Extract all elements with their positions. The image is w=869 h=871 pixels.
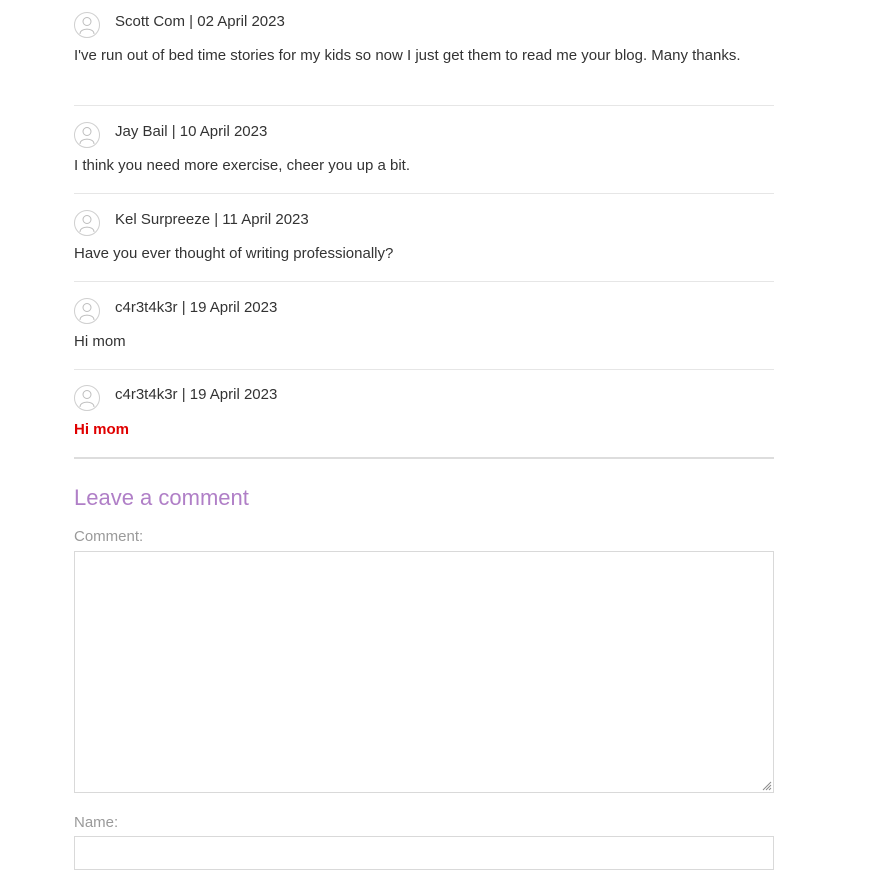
comment-item: Scott Com | 02 April 2023 I've run out o…	[74, 12, 774, 106]
comment-header: Kel Surpreeze | 11 April 2023	[74, 210, 774, 236]
comment-textarea[interactable]	[74, 551, 774, 793]
comment-text: Hi mom	[74, 333, 126, 350]
user-avatar-icon	[74, 385, 100, 411]
comment-header: Jay Bail | 10 April 2023	[74, 122, 774, 148]
name-label: Name:	[74, 814, 119, 831]
user-avatar-icon	[74, 210, 100, 236]
comment-meta: Kel Surpreeze | 11 April 2023	[115, 211, 309, 228]
comment-item: Kel Surpreeze | 11 April 2023 Have you e…	[74, 210, 774, 282]
comment-text: I've run out of bed time stories for my …	[74, 47, 741, 64]
comment-text-highlighted: Hi mom	[74, 421, 130, 438]
comment-text: I think you need more exercise, cheer yo…	[74, 157, 411, 174]
comment-item: c4r3t4k3r | 19 April 2023 Hi mom	[74, 385, 774, 445]
user-avatar-icon	[74, 298, 100, 324]
user-avatar-icon	[74, 122, 100, 148]
comment-header: Scott Com | 02 April 2023	[74, 12, 774, 38]
resize-grip-icon[interactable]	[762, 781, 772, 791]
comment-item: Jay Bail | 10 April 2023 I think you nee…	[74, 122, 774, 194]
user-avatar-icon	[74, 12, 100, 38]
name-input[interactable]	[74, 836, 774, 870]
comment-text: Have you ever thought of writing profess…	[74, 245, 394, 262]
leave-comment-heading: Leave a comment	[74, 485, 249, 510]
comment-meta: Scott Com | 02 April 2023	[115, 13, 285, 30]
comment-meta: c4r3t4k3r | 19 April 2023	[115, 386, 278, 403]
comment-header: c4r3t4k3r | 19 April 2023	[74, 385, 774, 411]
comment-header: c4r3t4k3r | 19 April 2023	[74, 298, 774, 324]
comment-meta: Jay Bail | 10 April 2023	[115, 123, 268, 140]
comment-item: c4r3t4k3r | 19 April 2023 Hi mom	[74, 298, 774, 370]
comment-label: Comment:	[74, 528, 144, 545]
comment-meta: c4r3t4k3r | 19 April 2023	[115, 299, 278, 316]
section-divider	[74, 457, 774, 459]
